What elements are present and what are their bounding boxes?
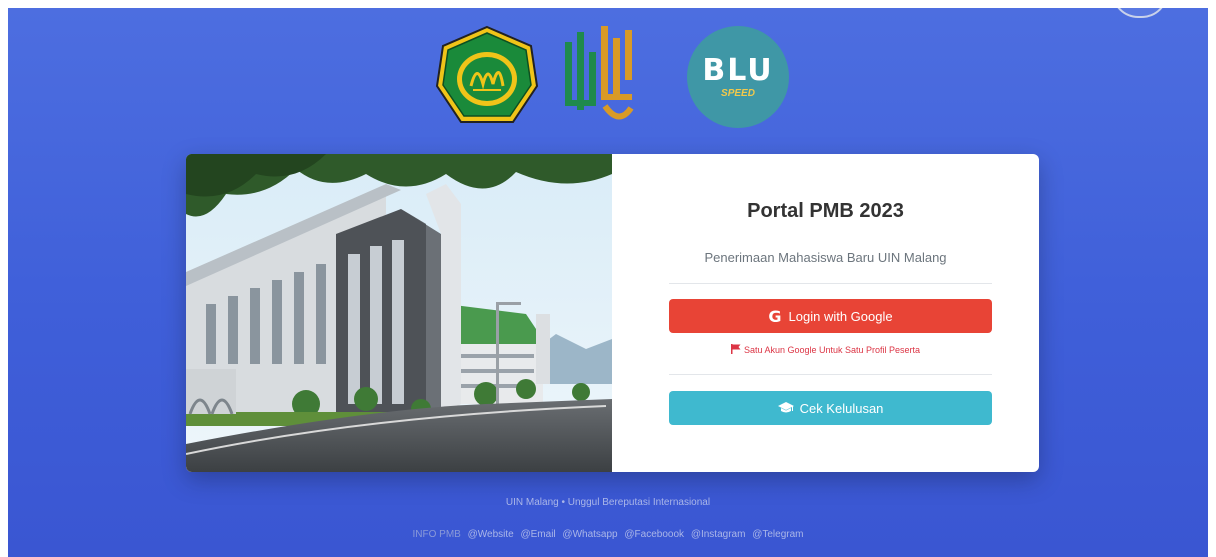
graduation-cap-icon xyxy=(777,402,794,414)
footer-link-whatsapp[interactable]: @Whatsapp xyxy=(562,529,617,540)
portal-subtitle: Penerimaan Mahasiswa Baru UIN Malang xyxy=(704,250,947,265)
login-with-google-button[interactable]: G Login with Google xyxy=(669,299,992,333)
header-logos: BLU SPEED xyxy=(433,22,793,132)
divider xyxy=(669,283,992,284)
campus-photo xyxy=(186,154,612,472)
info-pmb-label: INFO PMB xyxy=(412,529,461,540)
footer-link-email[interactable]: @Email xyxy=(520,529,555,540)
divider xyxy=(669,374,992,375)
blu-logo-subtext: SPEED xyxy=(721,87,755,99)
google-account-note: Satu Akun Google Untuk Satu Profil Peser… xyxy=(612,344,1039,355)
google-account-note-text: Satu Akun Google Untuk Satu Profil Peser… xyxy=(743,345,921,355)
corner-logo-partial xyxy=(1112,8,1168,18)
uin-malang-logo xyxy=(435,25,539,123)
footer-link-instagram[interactable]: @Instagram xyxy=(691,529,746,540)
cek-kelulusan-button[interactable]: Cek Kelulusan xyxy=(669,391,992,425)
footer-link-telegram[interactable]: @Telegram xyxy=(752,529,803,540)
cek-kelulusan-label: Cek Kelulusan xyxy=(799,400,884,416)
login-card: Portal PMB 2023 Penerimaan Mahasiswa Bar… xyxy=(186,154,1039,472)
blu-logo-text: BLU xyxy=(702,52,774,88)
footer-tagline: UIN Malang • Unggul Bereputasi Internasi… xyxy=(505,497,711,508)
login-with-google-label: Login with Google xyxy=(788,308,893,324)
google-g-icon: G xyxy=(768,306,782,326)
page-background: BLU SPEED Portal PMB 2023 Penerimaan Mah… xyxy=(8,8,1208,557)
login-panel: Portal PMB 2023 Penerimaan Mahasiswa Bar… xyxy=(612,154,1039,472)
footer-links: INFO PMB @Website @Email @Whatsapp @Face… xyxy=(8,529,1208,540)
flag-icon xyxy=(730,344,741,354)
portal-title: Portal PMB 2023 xyxy=(747,200,904,222)
blu-speed-logo: BLU SPEED xyxy=(687,26,789,128)
ulul-albab-logo xyxy=(565,26,634,120)
footer-link-website[interactable]: @Website xyxy=(468,529,514,540)
footer-link-facebook[interactable]: @Faceboook xyxy=(624,529,684,540)
